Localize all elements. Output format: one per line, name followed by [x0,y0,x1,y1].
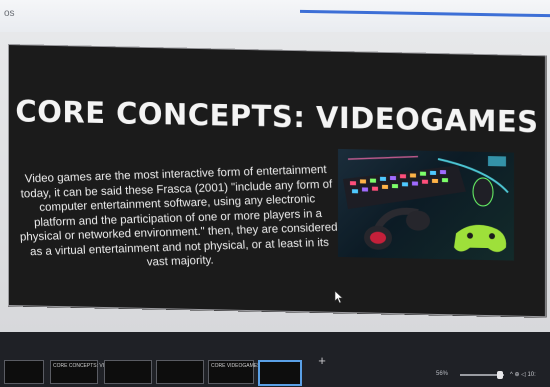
system-tray[interactable]: ^ ⊕ ◁ 10: [510,371,536,378]
slide-body-text[interactable]: Video games are the most interactive for… [16,163,341,275]
add-slide-button[interactable]: + [315,354,329,368]
mouse-pointer-icon [334,290,344,304]
window-top-bar: os [0,0,550,32]
window-corner-label: os [4,8,15,19]
gaming-setup-photo-icon [343,155,509,253]
zoom-level: 56% [436,371,449,377]
slide-title[interactable]: CORE CONCEPTS: VIDEOGAMES [8,94,546,139]
slide-thumbnail[interactable]: CORE CONCEPTS: VIDEOGAMES [50,360,133,384]
title-accent-line [300,9,550,18]
slide-thumbnail[interactable] [156,360,204,384]
slide-thumbnail[interactable] [104,360,152,384]
zoom-slider-handle[interactable] [497,371,503,379]
gaming-setup-image[interactable] [338,148,514,261]
slide-canvas[interactable]: CORE CONCEPTS: VIDEOGAMES Video games ar… [8,44,546,318]
slide-thumbnail-label: CORE VIDEOGAMES [211,363,261,369]
slide-thumbnail[interactable]: CORE VIDEOGAMES [208,360,260,384]
slide-thumbnail[interactable] [4,360,44,384]
slide-thumbnail-active[interactable] [258,360,302,386]
